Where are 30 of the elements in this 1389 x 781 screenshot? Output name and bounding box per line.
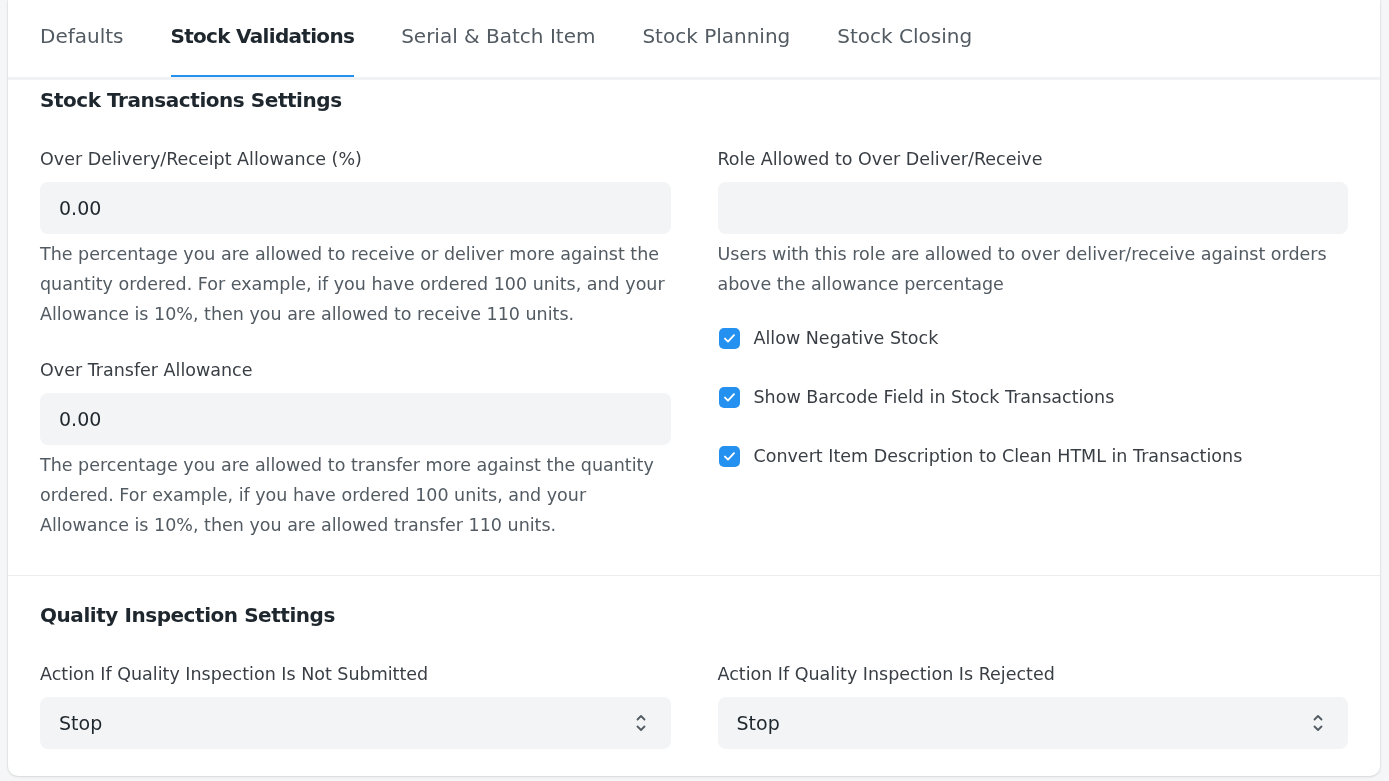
checkmark-icon [723, 393, 735, 402]
tab[interactable]: Defaults [40, 0, 124, 77]
checkmark-icon [723, 334, 735, 343]
checkbox[interactable] [718, 387, 740, 408]
select-field[interactable]: Stop [40, 697, 671, 749]
field-label: Action If Quality Inspection Is Rejected [717, 663, 1055, 686]
section-title: Quality Inspection Settings [40, 603, 335, 627]
checkmark-icon [723, 452, 735, 461]
field-description: Users with this role are allowed to over deliver/receive against orders above the allowance percentage [717, 243, 1328, 296]
checkbox[interactable] [718, 446, 740, 467]
tab[interactable]: Stock Planning [642, 0, 791, 77]
field-description: The percentage you are allowed to transfer more against the quantity ordered. For example, if you have ordered 100 units, and your Allowance is 10%, then you are allowed transfer 110 units. [40, 454, 655, 537]
input-field[interactable]: 0.00 [40, 182, 671, 234]
input-field[interactable]: 0.00 [40, 393, 671, 445]
field-label: Over Transfer Allowance [40, 359, 253, 382]
tab[interactable]: Stock Closing [837, 0, 973, 77]
tab[interactable]: Serial & Batch Item [401, 0, 596, 77]
chevron-up-down-icon [635, 714, 646, 732]
checkbox-label: Allow Negative Stock [753, 328, 939, 349]
tab[interactable]: Stock Validations [170, 0, 355, 77]
checkbox-label: Convert Item Description to Clean HTML in Transactions [753, 446, 1243, 467]
field-description: The percentage you are allowed to receive or deliver more against the quantity ordered. For example, if you have ordered 100 units, and your Allowance is 10%, then you are allowed to receive 110 units. [40, 243, 666, 326]
field-label: Role Allowed to Over Deliver/Receive [717, 148, 1043, 171]
chevron-up-down-icon [1313, 714, 1323, 732]
field-label: Over Delivery/Receipt Allowance (%) [40, 148, 362, 171]
checkbox-label: Show Barcode Field in Stock Transactions [753, 387, 1115, 408]
field-label: Action If Quality Inspection Is Not Submitted [40, 663, 429, 686]
select-field[interactable]: Stop [717, 697, 1348, 749]
checkbox[interactable] [718, 328, 740, 349]
section-title: Stock Transactions Settings [40, 88, 342, 112]
